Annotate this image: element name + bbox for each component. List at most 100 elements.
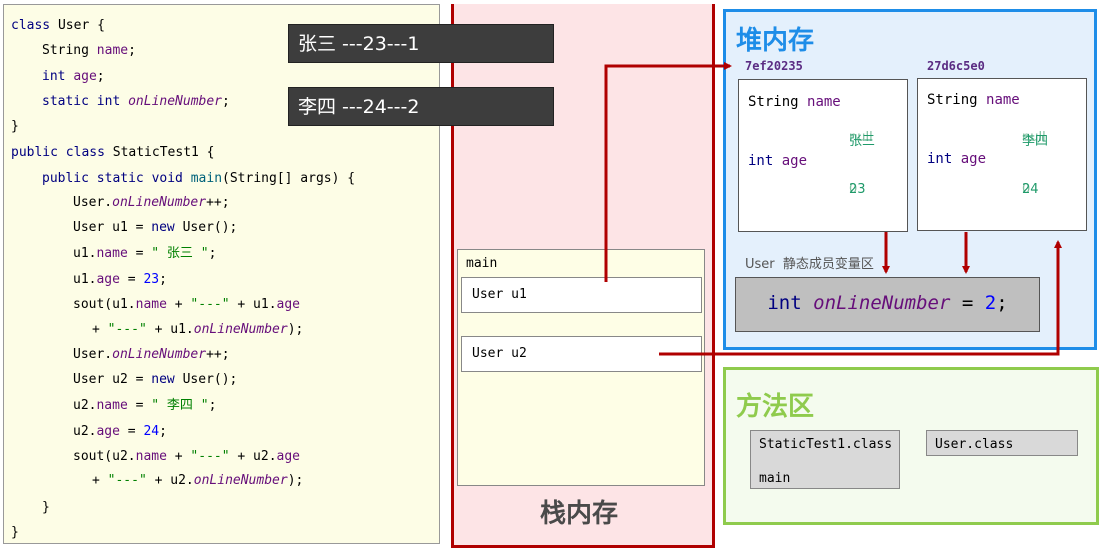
- console-output-2: 李四 ---24---2: [288, 87, 554, 126]
- object-address: 27d6c5e0: [927, 59, 985, 73]
- class-method: main: [759, 471, 791, 486]
- stack-title: 栈内存: [540, 499, 619, 529]
- code-text: +: [92, 322, 108, 337]
- code-line: static int onLineNumber;: [42, 93, 230, 111]
- code-text: User();: [174, 372, 238, 387]
- code-text: +: [166, 449, 191, 464]
- code-text: User u1 =: [73, 220, 152, 235]
- code-line: u1.name = " 张三 ";: [73, 245, 216, 263]
- code-text: +: [166, 297, 191, 312]
- code-field: name: [96, 398, 128, 413]
- var-label: User u1: [472, 287, 527, 302]
- code-text: User {: [50, 18, 105, 33]
- code-string: " 张三 ": [151, 246, 209, 261]
- static-eq: =: [950, 292, 985, 314]
- field-value: 张三: [849, 134, 876, 149]
- code-text: =: [119, 424, 144, 439]
- field-type: String: [748, 94, 808, 110]
- code-line: }: [42, 500, 50, 515]
- object-address: 7ef20235: [745, 59, 803, 73]
- code-text: u1.: [73, 272, 97, 287]
- code-line: User u2 = new User();: [73, 371, 237, 389]
- code-text: + u1.: [229, 297, 277, 312]
- code-field: age: [276, 297, 301, 312]
- code-string: "---": [190, 297, 230, 312]
- frame-label: main: [466, 256, 498, 271]
- static-semi: ;: [996, 292, 1008, 314]
- code-text: =: [127, 398, 152, 413]
- static-value: 2: [984, 292, 997, 314]
- code-text: + u1.: [146, 322, 194, 337]
- static-area-label: User 静态成员变量区: [745, 257, 874, 272]
- code-number: 23: [143, 272, 160, 287]
- code-text: String: [42, 43, 97, 58]
- field-type: int: [748, 153, 782, 169]
- code-line: int age;: [42, 68, 105, 86]
- code-text: User();: [174, 220, 238, 235]
- code-text: User.: [73, 347, 113, 362]
- output-text: 张三 ---23---1: [298, 33, 420, 55]
- code-number: 24: [143, 424, 160, 439]
- code-field: age: [96, 272, 120, 287]
- class-name: StaticTest1.class: [759, 437, 893, 452]
- code-static-field: onLineNumber: [193, 322, 288, 337]
- code-field: age: [73, 69, 97, 84]
- static-name: onLineNumber: [813, 292, 951, 314]
- code-string: "---": [107, 322, 147, 337]
- code-field: name: [96, 43, 129, 58]
- code-keyword: class: [11, 18, 51, 33]
- code-field: name: [135, 449, 167, 464]
- static-variable-box: int onLineNumber = 2;: [735, 277, 1040, 332]
- code-static-field: onLineNumber: [112, 347, 207, 362]
- code-text: sout(u1.: [73, 297, 136, 312]
- class-box-user: User.class: [926, 430, 1078, 456]
- code-text: User u2 =: [73, 372, 152, 387]
- code-text: u1.: [73, 246, 97, 261]
- code-text: =: [127, 246, 152, 261]
- code-text: ;: [159, 272, 167, 287]
- code-static-field: onLineNumber: [128, 94, 223, 109]
- code-line: User.onLineNumber++;: [73, 346, 230, 364]
- code-keyword: public static void: [42, 171, 191, 186]
- code-text: User.: [73, 195, 113, 210]
- code-static-field: onLineNumber: [193, 473, 288, 488]
- console-output-1: 张三 ---23---1: [288, 24, 554, 63]
- code-string: "---": [190, 449, 230, 464]
- heap-object-u2: String name null 李四 int age 0 24: [917, 78, 1087, 231]
- code-text: =: [119, 272, 144, 287]
- code-text: ;: [208, 246, 217, 261]
- code-text: (String[] args) {: [222, 171, 356, 186]
- code-line: u2.age = 24;: [73, 423, 167, 441]
- code-line: public static void main(String[] args) {: [42, 170, 355, 188]
- heap-object-u1: String name null 张三 int age 0 23: [738, 79, 908, 232]
- code-method: main: [190, 171, 223, 186]
- code-field: name: [96, 246, 128, 261]
- field-name: age: [960, 151, 987, 167]
- field-type: String: [927, 92, 987, 108]
- code-text: ;: [96, 69, 105, 84]
- field-value: 24: [1022, 182, 1039, 197]
- code-keyword: static int: [42, 94, 129, 109]
- code-static-field: onLineNumber: [112, 195, 207, 210]
- var-label: User u2: [472, 346, 527, 361]
- code-text: ;: [159, 424, 167, 439]
- code-field: name: [135, 297, 167, 312]
- code-text: ;: [208, 398, 217, 413]
- code-text: + u2.: [229, 449, 277, 464]
- code-text: u2.: [73, 424, 97, 439]
- code-text: StaticTest1 {: [104, 145, 215, 160]
- code-text: +: [92, 473, 108, 488]
- field-value: 23: [849, 182, 866, 197]
- output-text: 李四 ---24---2: [298, 96, 420, 118]
- code-line: sout(u1.name + "---" + u1.age: [73, 296, 300, 314]
- code-line: u1.age = 23;: [73, 271, 167, 289]
- code-text: ;: [128, 43, 136, 58]
- object-field-name: String name: [927, 92, 1020, 108]
- code-line: String name;: [42, 42, 136, 60]
- main-stack-frame: main User u1 User u2: [457, 249, 705, 486]
- static-variable-text: int onLineNumber = 2;: [736, 292, 1039, 314]
- heap-title: 堆内存: [736, 26, 815, 56]
- code-line: class User {: [11, 17, 105, 35]
- code-keyword: new: [151, 372, 175, 387]
- code-keyword: new: [151, 220, 175, 235]
